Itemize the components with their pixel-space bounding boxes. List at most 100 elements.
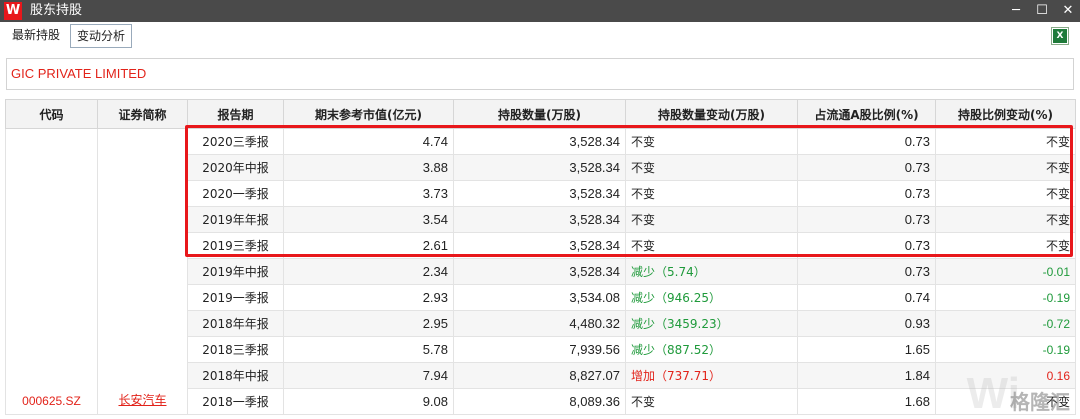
report-period-value: 2020年中报	[202, 161, 269, 175]
report-period-value: 2018一季报	[202, 395, 269, 409]
report-period-value: 2018年中报	[202, 369, 269, 383]
report-period-cell: 2020年中报	[187, 154, 284, 181]
shares-value: 8,089.36	[569, 394, 620, 409]
ratio-change-value: 不变	[1045, 213, 1070, 227]
float-ratio-cell: 0.73	[797, 258, 936, 285]
share-change-cell: 不变	[625, 232, 798, 259]
float-ratio-value: 1.68	[904, 394, 930, 409]
column-header-market-value[interactable]: 期末参考市值(亿元)	[283, 99, 454, 129]
float-ratio-cell: 0.73	[797, 180, 936, 207]
float-ratio-cell: 0.93	[797, 310, 936, 337]
float-ratio-cell: 0.74	[797, 284, 936, 311]
shares-cell: 8,089.36	[453, 388, 626, 415]
shares-cell: 3,528.34	[453, 258, 626, 285]
report-period-cell: 2020一季报	[187, 180, 284, 207]
column-header-name[interactable]: 证券简称	[97, 99, 188, 129]
tab-bar: 最新持股 变动分析 X	[0, 22, 1080, 49]
report-period-cell: 2019一季报	[187, 284, 284, 311]
share-change-value: 不变	[631, 213, 656, 227]
market-value-value: 3.73	[422, 186, 448, 201]
report-period-value: 2019三季报	[202, 239, 269, 253]
security-code: 000625.SZ	[22, 394, 81, 408]
column-header-ratio-change[interactable]: 持股比例变动(%)	[935, 99, 1076, 129]
window-title: 股东持股	[30, 3, 83, 18]
column-header-ratio[interactable]: 占流通A股比例(%)	[797, 99, 936, 129]
float-ratio-value: 1.65	[904, 342, 930, 357]
market-value-value: 3.88	[422, 160, 448, 175]
float-ratio-value: 0.93	[904, 316, 930, 331]
tab-change-analysis[interactable]: 变动分析	[70, 24, 133, 48]
security-name-link[interactable]: 长安汽车	[118, 393, 166, 407]
float-ratio-value: 0.73	[904, 134, 930, 149]
shares-value: 3,534.08	[569, 290, 620, 305]
ratio-change-cell: 不变	[935, 180, 1076, 207]
column-header-share-change[interactable]: 持股数量变动(万股)	[625, 99, 798, 129]
report-period-value: 2018三季报	[202, 343, 269, 357]
share-change-cell: 增加（737.71）	[625, 362, 798, 389]
ratio-change-value: 0.16	[1046, 369, 1070, 383]
market-value-value: 2.93	[422, 290, 448, 305]
market-value-cell: 2.93	[283, 284, 454, 311]
share-change-value: 不变	[631, 239, 656, 253]
shares-value: 3,528.34	[569, 134, 620, 149]
table-body: 000625.SZ 长安汽车 2020三季报 4.74 3,528.34 不变 0.73 不变…	[5, 128, 1076, 415]
float-ratio-value: 0.73	[904, 238, 930, 253]
float-ratio-cell: 1.68	[797, 388, 936, 415]
market-value-cell: 3.73	[283, 180, 454, 207]
table-header: 代码 证券简称 报告期 期末参考市值(亿元) 持股数量(万股) 持股数量变动(万…	[5, 99, 1076, 129]
share-change-value: 减少（3459.23）	[631, 317, 729, 331]
market-value-value: 5.78	[422, 342, 448, 357]
shares-value: 3,528.34	[569, 212, 620, 227]
float-ratio-cell: 0.73	[797, 154, 936, 181]
report-period-cell: 2019年中报	[187, 258, 284, 285]
float-ratio-value: 1.84	[904, 368, 930, 383]
column-header-code[interactable]: 代码	[5, 99, 98, 129]
column-header-period[interactable]: 报告期	[187, 99, 284, 129]
ratio-change-cell: -0.01	[935, 258, 1076, 285]
market-value-cell: 3.54	[283, 206, 454, 233]
ratio-change-cell: -0.19	[935, 336, 1076, 363]
shares-value: 4,480.32	[569, 316, 620, 331]
shares-cell: 3,528.34	[453, 206, 626, 233]
shares-cell: 3,534.08	[453, 284, 626, 311]
ratio-change-cell: 不变	[935, 154, 1076, 181]
excel-export-icon[interactable]: X	[1052, 28, 1068, 44]
share-change-cell: 不变	[625, 180, 798, 207]
shares-cell: 8,827.07	[453, 362, 626, 389]
report-period-cell: 2018一季报	[187, 388, 284, 415]
close-button[interactable]: ✕	[1056, 0, 1080, 22]
watermark-text: 格隆汇	[1010, 392, 1070, 414]
share-change-cell: 不变	[625, 388, 798, 415]
shares-cell: 3,528.34	[453, 180, 626, 207]
share-change-value: 不变	[631, 187, 656, 201]
shares-value: 3,528.34	[569, 186, 620, 201]
ratio-change-value: 不变	[1045, 187, 1070, 201]
market-value-value: 2.34	[422, 264, 448, 279]
shares-value: 7,939.56	[569, 342, 620, 357]
report-period-cell: 2018三季报	[187, 336, 284, 363]
float-ratio-cell: 1.65	[797, 336, 936, 363]
minimize-button[interactable]: ─	[1004, 0, 1028, 22]
share-change-cell: 减少（946.25）	[625, 284, 798, 311]
security-name-cell: 长安汽车	[97, 128, 188, 415]
market-value-cell: 2.95	[283, 310, 454, 337]
share-change-cell: 不变	[625, 128, 798, 155]
tab-latest-holdings[interactable]: 最新持股	[6, 24, 66, 46]
report-period-cell: 2020三季报	[187, 128, 284, 155]
market-value-value: 9.08	[422, 394, 448, 409]
maximize-button[interactable]: ☐	[1030, 0, 1054, 22]
shares-value: 3,528.34	[569, 160, 620, 175]
ratio-change-value: 不变	[1045, 135, 1070, 149]
share-change-cell: 不变	[625, 206, 798, 233]
report-period-value: 2019年年报	[202, 213, 269, 227]
float-ratio-value: 0.73	[904, 264, 930, 279]
shares-cell: 3,528.34	[453, 232, 626, 259]
table-row[interactable]: 000625.SZ 长安汽车 2020三季报 4.74 3,528.34 不变 0.73 不变	[5, 128, 1076, 415]
shares-value: 3,528.34	[569, 264, 620, 279]
report-period-cell: 2019三季报	[187, 232, 284, 259]
ratio-change-value: 不变	[1045, 239, 1070, 253]
holdings-table: 代码 证券简称 报告期 期末参考市值(亿元) 持股数量(万股) 持股数量变动(万…	[5, 99, 1076, 415]
column-header-shares[interactable]: 持股数量(万股)	[453, 99, 626, 129]
report-period-value: 2020一季报	[202, 187, 269, 201]
market-value-cell: 3.88	[283, 154, 454, 181]
